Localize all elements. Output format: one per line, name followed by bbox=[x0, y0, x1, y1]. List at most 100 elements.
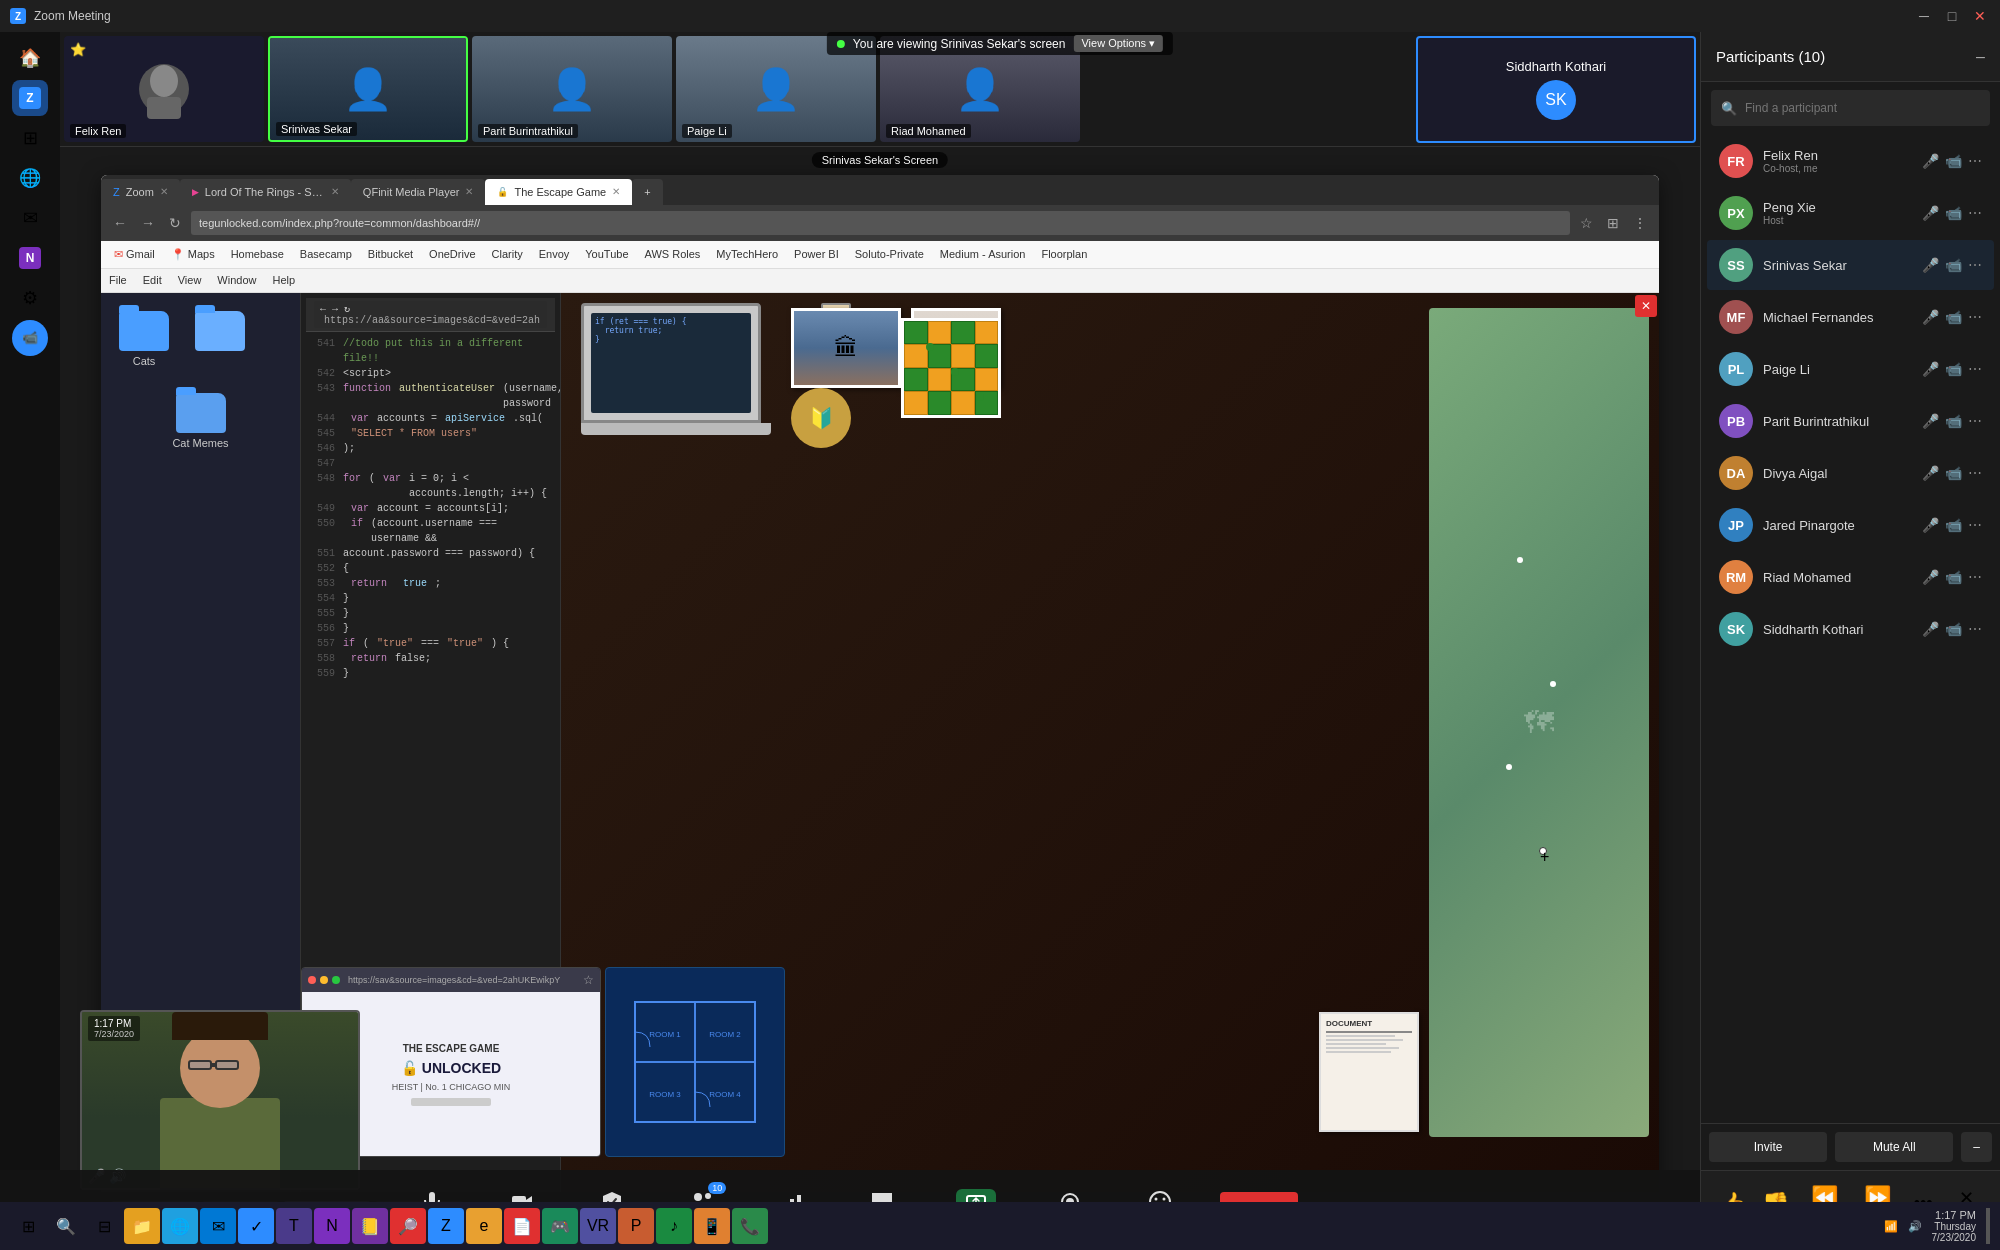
taskbar-app-orange[interactable]: 📱 bbox=[694, 1208, 730, 1244]
taskbar-app-todo[interactable]: ✓ bbox=[238, 1208, 274, 1244]
sidebar-icon-home[interactable]: 🏠 bbox=[12, 40, 48, 76]
taskbar-app-mail[interactable]: ✉ bbox=[200, 1208, 236, 1244]
back-button[interactable]: ← bbox=[109, 213, 131, 233]
taskbar-app-pdf[interactable]: 📄 bbox=[504, 1208, 540, 1244]
taskbar-start-button[interactable]: ⊞ bbox=[10, 1208, 46, 1244]
taskbar-app-phone[interactable]: 📞 bbox=[732, 1208, 768, 1244]
info-parit: Parit Burintrathikul bbox=[1763, 414, 1912, 429]
close-button[interactable]: ✕ bbox=[1970, 8, 1990, 24]
taskbar-app-vr[interactable]: VR bbox=[580, 1208, 616, 1244]
sidebar-icon-windows[interactable]: ⊞ bbox=[12, 120, 48, 156]
sidebar-icon-mail[interactable]: ✉ bbox=[12, 200, 48, 236]
browser-url-bar[interactable]: tegunlocked.com/index.php?route=common/d… bbox=[191, 211, 1570, 235]
participant-item-felix[interactable]: FR Felix Ren Co-host, me 🎤 📹 ⋯ bbox=[1707, 136, 1994, 186]
taskbar-app-game[interactable]: 🎮 bbox=[542, 1208, 578, 1244]
tab-close-escape[interactable]: ✕ bbox=[612, 186, 620, 197]
browser-tab-new[interactable]: + bbox=[632, 179, 662, 205]
folder-unnamed[interactable] bbox=[187, 303, 253, 375]
reload-button[interactable]: ↻ bbox=[165, 213, 185, 233]
bookmark-powerbi[interactable]: Power BI bbox=[789, 246, 844, 262]
participant-item-jared[interactable]: JP Jared Pinargote 🎤 📹 ⋯ bbox=[1707, 500, 1994, 550]
bookmark-homebase[interactable]: Homebase bbox=[226, 246, 289, 262]
participant-item-divya[interactable]: DA Divya Aigal 🎤 📹 ⋯ bbox=[1707, 448, 1994, 498]
sidebar-icon-video[interactable]: 📹 bbox=[12, 320, 48, 356]
sidebar-icon-browser[interactable]: 🌐 bbox=[12, 160, 48, 196]
bookmark-floorplan[interactable]: Floorplan bbox=[1036, 246, 1092, 262]
game-board-card bbox=[901, 318, 1001, 418]
forward-button[interactable]: → bbox=[137, 213, 159, 233]
tab-close-qfinit[interactable]: ✕ bbox=[465, 186, 473, 197]
taskbar-app-notes[interactable]: N bbox=[314, 1208, 350, 1244]
bookmark-bitbucket[interactable]: Bitbucket bbox=[363, 246, 418, 262]
participant-item-michael[interactable]: MF Michael Fernandes 🎤 📹 ⋯ bbox=[1707, 292, 1994, 342]
menu-edit[interactable]: Edit bbox=[143, 274, 162, 286]
browser-tab-lotr[interactable]: ▶ Lord Of The Rings - Soundtrack ✕ bbox=[180, 179, 351, 205]
sidebar-icon-settings[interactable]: ⚙ bbox=[12, 280, 48, 316]
sidebar-icon-onenote[interactable]: N bbox=[12, 240, 48, 276]
mute-all-button[interactable]: Mute All bbox=[1835, 1132, 1953, 1162]
participant-item-parit[interactable]: PB Parit Burintrathikul 🎤 📹 ⋯ bbox=[1707, 396, 1994, 446]
taskbar-app-teams[interactable]: T bbox=[276, 1208, 312, 1244]
restore-button[interactable]: □ bbox=[1942, 8, 1962, 24]
taskbar-app-folder[interactable]: 📁 bbox=[124, 1208, 160, 1244]
bookmark-medium[interactable]: Medium - Asurion bbox=[935, 246, 1031, 262]
participant-item-riad[interactable]: RM Riad Mohamed 🎤 📹 ⋯ bbox=[1707, 552, 1994, 602]
participant-item-srinivas[interactable]: SS Srinivas Sekar 🎤 📹 ⋯ bbox=[1707, 240, 1994, 290]
bookmark-gmail[interactable]: ✉ Gmail bbox=[109, 246, 160, 263]
taskbar-app-ie[interactable]: e bbox=[466, 1208, 502, 1244]
svg-text:ROOM 1: ROOM 1 bbox=[649, 1030, 681, 1039]
taskbar-app-search[interactable]: 🔎 bbox=[390, 1208, 426, 1244]
menu-button[interactable]: ⋮ bbox=[1629, 213, 1651, 233]
bookmark-soluto[interactable]: Soluto-Private bbox=[850, 246, 929, 262]
close-participants-btn[interactable]: – bbox=[1976, 48, 1985, 66]
close-panel-button[interactable]: ✕ bbox=[1635, 295, 1657, 317]
nav-reload[interactable]: ↻ bbox=[344, 304, 350, 315]
participant-thumb-felix[interactable]: Felix Ren ⭐ bbox=[64, 36, 264, 142]
participant-thumb-parit[interactable]: 👤 Parit Burintrathikul bbox=[472, 36, 672, 142]
nav-back[interactable]: ← bbox=[320, 304, 326, 315]
sidebar-icon-zoom[interactable]: Z bbox=[12, 80, 48, 116]
participant-thumb-srinivas[interactable]: 👤 Srinivas Sekar bbox=[268, 36, 468, 142]
menu-file[interactable]: File bbox=[109, 274, 127, 286]
browser-tab-escape[interactable]: 🔓 The Escape Game ✕ bbox=[485, 179, 632, 205]
invite-button[interactable]: Invite bbox=[1709, 1132, 1827, 1162]
taskbar-app-powerpoint[interactable]: P bbox=[618, 1208, 654, 1244]
more-participants-button[interactable]: – bbox=[1961, 1132, 1992, 1162]
bookmark-button[interactable]: ☆ bbox=[1576, 213, 1597, 233]
bookmark-clarity[interactable]: Clarity bbox=[487, 246, 528, 262]
nav-forward[interactable]: → bbox=[332, 304, 338, 315]
tab-close-lotr[interactable]: ✕ bbox=[331, 186, 339, 197]
minimize-button[interactable]: ─ bbox=[1914, 8, 1934, 24]
search-participant-input[interactable] bbox=[1745, 101, 1980, 115]
participant-item-paige[interactable]: PL Paige Li 🎤 📹 ⋯ bbox=[1707, 344, 1994, 394]
bookmark-mytechhero[interactable]: MyTechHero bbox=[711, 246, 783, 262]
taskbar-app-zoom[interactable]: Z bbox=[428, 1208, 464, 1244]
taskbar-app-browser[interactable]: 🌐 bbox=[162, 1208, 198, 1244]
view-options-button[interactable]: View Options ▾ bbox=[1073, 35, 1163, 52]
bookmark-maps[interactable]: 📍 Maps bbox=[166, 246, 220, 263]
info-michael: Michael Fernandes bbox=[1763, 310, 1912, 325]
taskbar-search-button[interactable]: 🔍 bbox=[48, 1208, 84, 1244]
bookmark-basecamp[interactable]: Basecamp bbox=[295, 246, 357, 262]
show-desktop-btn[interactable] bbox=[1986, 1208, 1990, 1244]
bookmark-onedrive[interactable]: OneDrive bbox=[424, 246, 480, 262]
avatar-peng: PX bbox=[1719, 196, 1753, 230]
participant-item-siddharth[interactable]: SK Siddharth Kothari 🎤 📹 ⋯ bbox=[1707, 604, 1994, 654]
taskbar-app-onenote[interactable]: 📒 bbox=[352, 1208, 388, 1244]
tab-close-zoom[interactable]: ✕ bbox=[160, 186, 168, 197]
taskbar-clock[interactable]: 1:17 PM Thursday 7/23/2020 bbox=[1932, 1209, 1977, 1243]
browser-tab-zoom[interactable]: Z Zoom ✕ bbox=[101, 179, 180, 205]
folder-cats[interactable]: Cats bbox=[111, 303, 177, 375]
taskbar-app-spotify[interactable]: ♪ bbox=[656, 1208, 692, 1244]
bookmark-envoy[interactable]: Envoy bbox=[534, 246, 575, 262]
menu-view[interactable]: View bbox=[178, 274, 202, 286]
browser-tab-qfinit[interactable]: QFinit Media Player ✕ bbox=[351, 179, 486, 205]
participant-item-peng[interactable]: PX Peng Xie Host 🎤 📹 ⋯ bbox=[1707, 188, 1994, 238]
bookmark-youtube[interactable]: YouTube bbox=[580, 246, 633, 262]
menu-window[interactable]: Window bbox=[217, 274, 256, 286]
menu-help[interactable]: Help bbox=[272, 274, 295, 286]
extensions-button[interactable]: ⊞ bbox=[1603, 213, 1623, 233]
bookmark-aws[interactable]: AWS Roles bbox=[640, 246, 706, 262]
folder-cat-memes[interactable]: Cat Memes bbox=[111, 385, 290, 457]
taskbar-task-view[interactable]: ⊟ bbox=[86, 1208, 122, 1244]
